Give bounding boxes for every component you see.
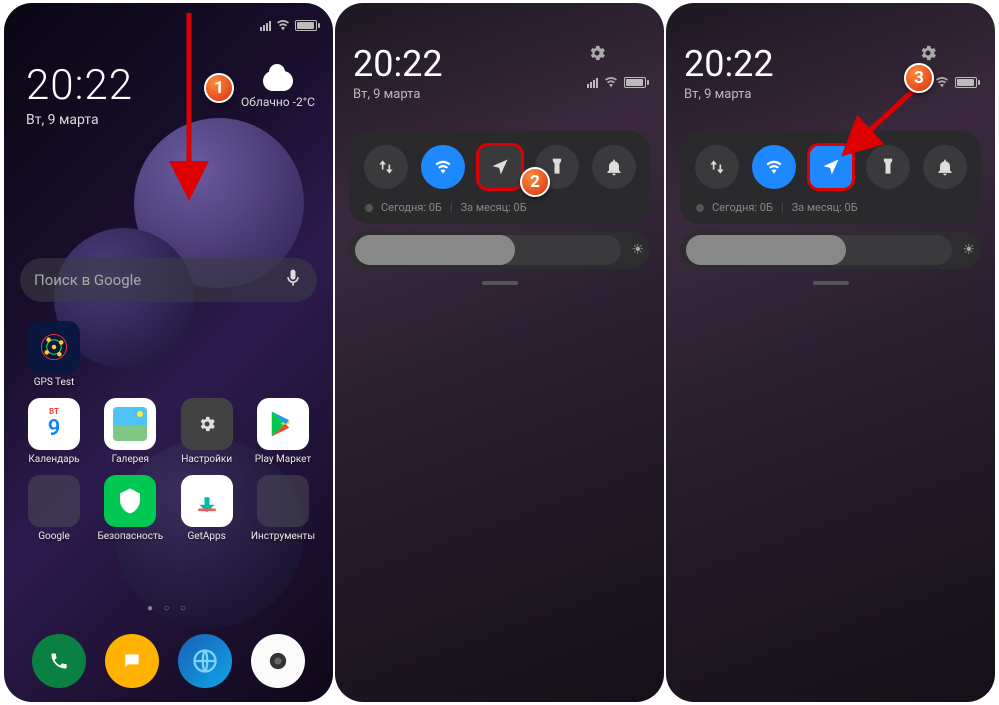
brightness-icon: ☀: [631, 242, 644, 258]
shade-time: 20:22: [684, 43, 774, 85]
search-placeholder: Поиск в Google: [34, 271, 141, 289]
app-gps-test[interactable]: GPS Test: [18, 321, 90, 388]
app-label: GPS Test: [34, 377, 75, 388]
weather-temp: -2°C: [293, 95, 315, 109]
battery-icon: [295, 20, 317, 31]
app-label: Google: [38, 531, 70, 542]
dock-messages[interactable]: [105, 634, 159, 688]
app-settings[interactable]: Настройки: [171, 398, 243, 465]
usage-dot-icon: [696, 204, 704, 212]
pointer-arrow: [846, 83, 936, 163]
app-getapps[interactable]: GetApps: [171, 475, 243, 542]
weather-widget[interactable]: Облачно -2°C: [241, 71, 315, 109]
calendar-day: 9: [48, 416, 61, 441]
app-label: Календарь: [28, 454, 79, 465]
qs-dnd[interactable]: [592, 145, 636, 189]
app-label: Безопасность: [97, 531, 163, 542]
wifi-icon: [934, 74, 950, 90]
app-label: Настройки: [181, 454, 232, 465]
dock-camera[interactable]: [251, 634, 305, 688]
data-usage-row[interactable]: Сегодня: 0Б | За месяц: 0Б: [357, 201, 642, 214]
qs-location[interactable]: [478, 145, 522, 189]
usage-month: За месяц: 0Б: [792, 201, 858, 214]
shade-date: Вт, 9 марта: [684, 87, 774, 102]
shade-header: 20:22 Вт, 9 марта: [353, 43, 646, 102]
app-label: Инструменты: [251, 531, 315, 542]
shade-date: Вт, 9 марта: [353, 87, 443, 102]
brightness-icon: ☀: [962, 242, 975, 258]
brightness-slider[interactable]: ☀: [349, 231, 650, 269]
app-security[interactable]: Безопасность: [94, 475, 166, 542]
app-label: GetApps: [188, 531, 226, 542]
step-marker-1: 1: [204, 73, 234, 103]
qs-mobile-data[interactable]: [364, 145, 408, 189]
usage-dot-icon: [365, 204, 373, 212]
dock: [4, 634, 333, 688]
signal-icon: [260, 19, 271, 31]
app-label: Play Маркет: [255, 454, 312, 465]
clock-time: 20:22: [26, 61, 133, 110]
mic-icon[interactable]: [283, 268, 303, 292]
phone-notification-shade-step3: 20:22 Вт, 9 марта: [666, 3, 995, 702]
usage-today: Сегодня: 0Б: [712, 201, 773, 214]
swipe-down-arrow: [174, 13, 204, 193]
phone-home-screen: 20:22 Вт, 9 марта Облачно -2°C Поиск в G…: [4, 3, 333, 702]
app-grid: GPS Test ВТ 9 Календарь Галерея: [14, 321, 323, 552]
google-search-bar[interactable]: Поиск в Google: [20, 258, 317, 302]
app-folder-google[interactable]: Google: [18, 475, 90, 542]
brightness-slider[interactable]: ☀: [680, 231, 981, 269]
usage-today: Сегодня: 0Б: [381, 201, 442, 214]
quick-settings-panel: Сегодня: 0Б | За месяц: 0Б: [349, 131, 650, 224]
qs-wifi[interactable]: [752, 145, 796, 189]
wifi-icon: [275, 17, 291, 33]
shade-drag-handle[interactable]: [813, 281, 849, 285]
app-play-store[interactable]: Play Маркет: [247, 398, 319, 465]
wifi-icon: [603, 74, 619, 90]
dock-phone[interactable]: [32, 634, 86, 688]
page-indicator: ● ○ ○: [4, 603, 333, 614]
app-folder-tools[interactable]: Инструменты: [247, 475, 319, 542]
app-label: Галерея: [112, 454, 149, 465]
usage-month: За месяц: 0Б: [461, 201, 527, 214]
cloud-icon: [263, 71, 293, 91]
battery-icon: [955, 77, 977, 88]
phone-notification-shade-step2: 20:22 Вт, 9 марта: [335, 3, 664, 702]
app-calendar[interactable]: ВТ 9 Календарь: [18, 398, 90, 465]
qs-mobile-data[interactable]: [695, 145, 739, 189]
shade-drag-handle[interactable]: [482, 281, 518, 285]
shade-time: 20:22: [353, 43, 443, 85]
qs-wifi[interactable]: [421, 145, 465, 189]
clock-date: Вт, 9 марта: [26, 112, 133, 128]
data-usage-row[interactable]: Сегодня: 0Б | За месяц: 0Б: [688, 201, 973, 214]
dock-browser[interactable]: [178, 634, 232, 688]
weather-label: Облачно: [241, 95, 290, 109]
app-gallery[interactable]: Галерея: [94, 398, 166, 465]
step-marker-2: 2: [520, 167, 550, 197]
settings-gear-icon[interactable]: [587, 44, 607, 68]
signal-icon: [587, 76, 598, 88]
status-bar: [260, 17, 317, 33]
clock-widget[interactable]: 20:22 Вт, 9 марта: [26, 61, 133, 128]
battery-icon: [624, 77, 646, 88]
step-marker-3: 3: [904, 63, 934, 93]
